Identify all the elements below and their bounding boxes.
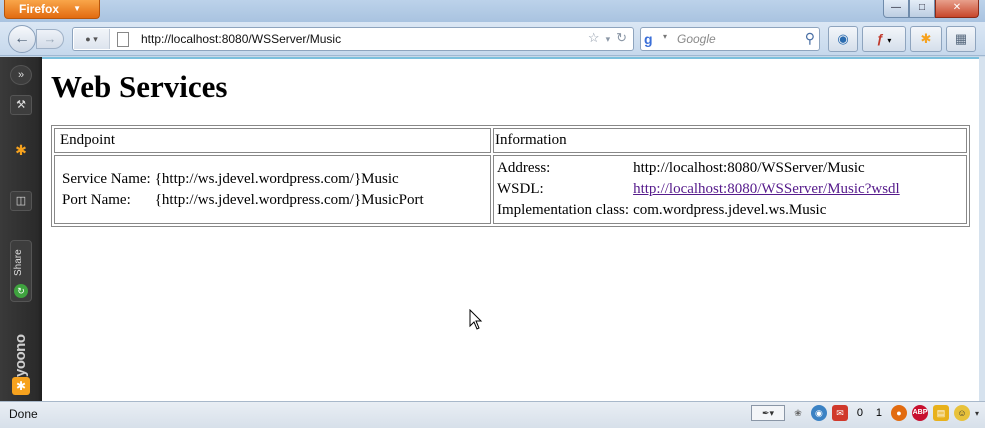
close-window-button[interactable]: ✕ — [935, 0, 979, 18]
back-button[interactable]: ← — [8, 25, 36, 53]
sparkle-icon: ✱ — [15, 142, 27, 158]
firefox-menu-button[interactable]: Firefox ▼ — [4, 0, 100, 19]
page-content: Web Services Endpoint Information Servic… — [42, 57, 979, 401]
google-icon[interactable]: g — [644, 31, 660, 47]
reload-icon[interactable]: ↻ — [616, 30, 627, 48]
service-name-value: {http://ws.jdevel.wordpress.com/}Music — [154, 170, 399, 187]
flash-addon-button[interactable]: ƒ ▾ — [862, 26, 906, 52]
page-icon — [117, 32, 129, 47]
mail-count: 0 — [856, 407, 864, 419]
chevron-down-icon: ▼ — [73, 4, 81, 13]
window-controls: — □ ✕ — [883, 0, 979, 18]
chevron-down-icon[interactable]: ▾ — [975, 409, 979, 418]
port-name-label: Port Name: — [62, 191, 131, 208]
service-name-label: Service Name: — [62, 170, 151, 187]
plugin-icon[interactable]: ❀ — [790, 405, 806, 421]
layout-button[interactable]: ▦ — [946, 26, 976, 52]
status-text: Done — [9, 407, 38, 421]
firefox-menu-label: Firefox — [19, 2, 60, 16]
yoono-star-button[interactable]: ✱ — [10, 141, 32, 161]
forward-button[interactable]: → — [36, 29, 64, 49]
addon-globe-button[interactable]: ◉ — [828, 26, 858, 52]
search-input[interactable]: Google — [677, 32, 716, 46]
notification-count: 1 — [875, 407, 883, 419]
endpoint-cell: Service Name: {http://ws.jdevel.wordpres… — [54, 155, 491, 224]
search-engine-dropdown-icon[interactable]: ▾ — [663, 32, 667, 41]
maximize-button[interactable]: □ — [909, 0, 935, 18]
page-title: Web Services — [51, 69, 228, 104]
minimize-button[interactable]: — — [883, 0, 909, 18]
share-icon: ↻ — [14, 284, 28, 298]
site-identity-button[interactable]: ● ▾ — [74, 29, 110, 49]
rss-icon[interactable]: ▤ — [932, 405, 949, 421]
title-bar: Firefox ▼ — □ ✕ — [0, 0, 985, 22]
table-header-row: Endpoint Information — [54, 128, 967, 153]
yoono-star-icon: ✱ — [920, 31, 932, 46]
settings-button[interactable]: ⚒ — [10, 95, 32, 115]
window-edge — [979, 57, 985, 401]
port-name-value: {http://ws.jdevel.wordpress.com/}MusicPo… — [154, 191, 424, 208]
web-services-table: Endpoint Information Service Name: {http… — [51, 125, 970, 227]
endpoint-details: Service Name: {http://ws.jdevel.wordpres… — [60, 169, 426, 211]
firefox-icon[interactable]: ● — [890, 405, 907, 421]
yoono-toolbar-button[interactable]: ✱ — [910, 26, 942, 52]
url-text[interactable]: http://localhost:8080/WSServer/Music — [141, 32, 341, 46]
columns-button[interactable]: ◫ — [10, 191, 32, 211]
expand-sidebar-button[interactable]: » — [10, 65, 32, 85]
bookmark-star-icon[interactable]: ☆ — [588, 30, 600, 48]
smiley-icon[interactable]: ☺ — [953, 405, 970, 421]
header-information: Information — [493, 128, 967, 153]
wsdl-link[interactable]: http://localhost:8080/WSServer/Music?wsd… — [633, 181, 900, 197]
double-chevron-right-icon: » — [17, 69, 25, 81]
implementation-class-value: com.wordpress.jdevel.ws.Music — [633, 202, 827, 218]
yoono-sidebar: » ⚒ ✱ ◫ Share ↻ yoono ✱ — [0, 57, 42, 401]
user-icon: ● ▾ — [85, 34, 98, 44]
adblock-icon[interactable]: ABP — [911, 405, 928, 421]
information-details: Address: http://localhost:8080/WSServer/… — [495, 158, 902, 221]
yoono-logo-icon: ✱ — [12, 377, 30, 395]
address-label: Address: — [497, 160, 551, 176]
firebug-button[interactable]: ✒▾ — [750, 405, 785, 421]
header-endpoint: Endpoint — [54, 128, 491, 153]
share-button[interactable]: Share ↻ — [10, 240, 32, 302]
columns-icon: ◫ — [15, 195, 27, 207]
flash-icon: ƒ — [876, 31, 884, 46]
search-bar[interactable]: g ▾ Google ⚲ — [640, 27, 820, 51]
wrench-icon: ⚒ — [16, 99, 26, 111]
back-arrow-icon: ← — [14, 30, 30, 47]
mail-icon[interactable]: ✉ — [831, 405, 848, 421]
chevron-down-icon: ▾ — [887, 36, 892, 45]
wsdl-label: WSDL: — [497, 181, 544, 197]
status-bar: Done ✒▾ ❀ ◉ ✉ 0 1 ● ABP ▤ ☺ ▾ — [0, 401, 985, 428]
globe-icon: ◉ — [837, 31, 849, 46]
share-label: Share — [13, 249, 24, 277]
implementation-class-label: Implementation class: — [497, 202, 630, 218]
forward-arrow-icon: → — [43, 31, 57, 46]
table-row: Service Name: {http://ws.jdevel.wordpres… — [54, 155, 967, 224]
search-icon[interactable]: ⚲ — [805, 30, 815, 47]
dropdown-icon[interactable]: ▾ — [606, 30, 611, 48]
information-cell: Address: http://localhost:8080/WSServer/… — [493, 155, 967, 224]
yoono-brand: yoono — [12, 334, 29, 378]
navigation-toolbar: ← → ● ▾ http://localhost:8080/WSServer/M… — [0, 22, 985, 56]
address-bar[interactable]: ● ▾ http://localhost:8080/WSServer/Music… — [72, 27, 634, 51]
mouse-cursor-icon — [469, 309, 483, 330]
grid-icon: ▦ — [954, 31, 968, 46]
globe-status-icon[interactable]: ◉ — [810, 405, 827, 421]
address-value: http://localhost:8080/WSServer/Music — [633, 160, 865, 176]
